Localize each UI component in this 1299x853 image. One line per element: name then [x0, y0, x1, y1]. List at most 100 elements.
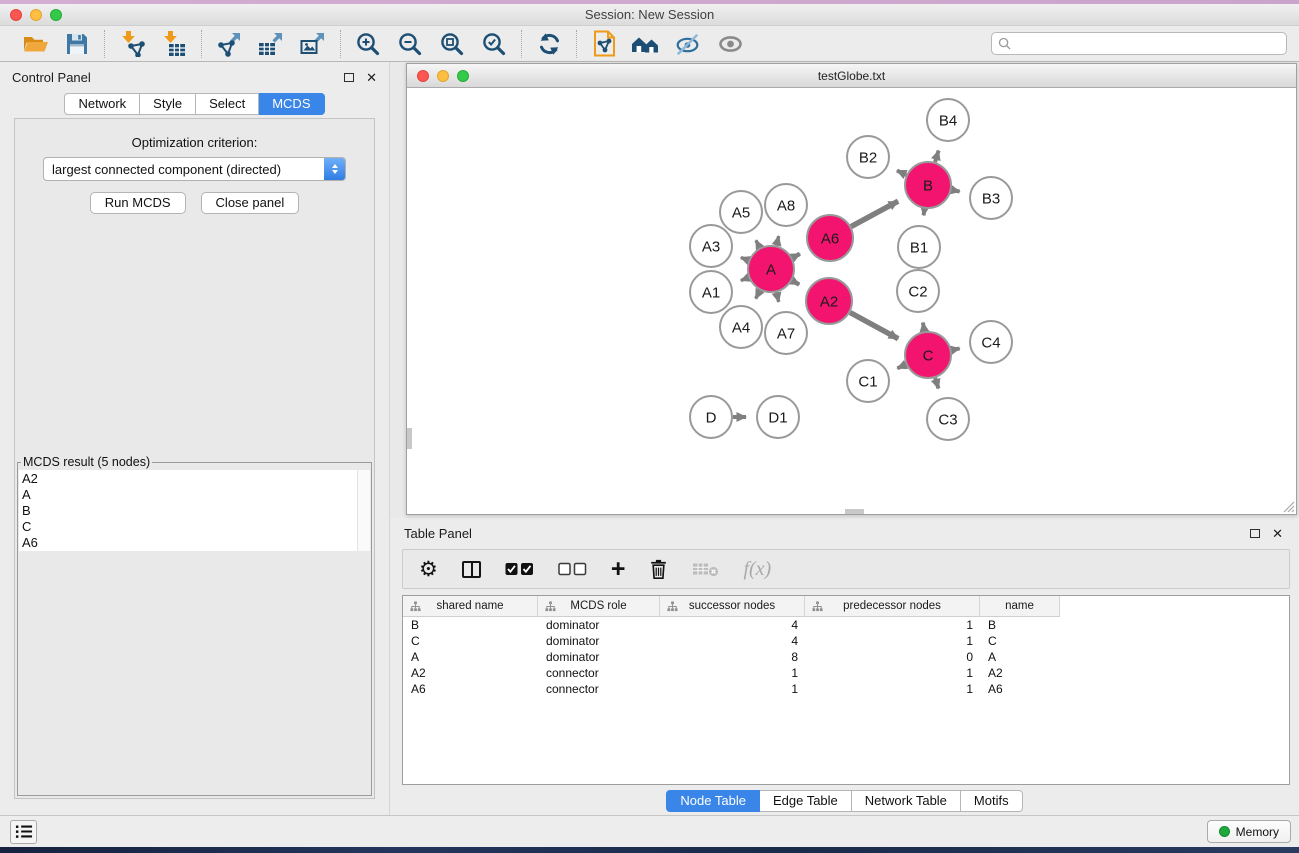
graph-node-A2[interactable]: A2	[806, 278, 852, 324]
graph-node-A6[interactable]: A6	[807, 215, 853, 261]
column-header-MCDS-role[interactable]: MCDS role	[538, 596, 660, 617]
table-row[interactable]: Adominator80A	[403, 649, 1289, 665]
canvas-vertical-scroll-indicator[interactable]	[407, 428, 412, 449]
graph-edge-A-A6[interactable]	[792, 254, 800, 258]
new-network-from-selection-button[interactable]	[587, 29, 621, 59]
graph-edge-A-A4[interactable]	[756, 290, 760, 298]
graph-node-A7[interactable]: A7	[765, 312, 807, 354]
tab-select[interactable]: Select	[196, 93, 259, 115]
split-table-button[interactable]	[462, 554, 481, 584]
show-all-button[interactable]	[713, 29, 747, 59]
import-table-button[interactable]	[157, 29, 191, 59]
mcds-result-item[interactable]: A6	[22, 535, 370, 551]
graph-edge-A-A1[interactable]	[741, 278, 749, 281]
import-network-button[interactable]	[115, 29, 149, 59]
graph-edge-B-B1[interactable]	[924, 209, 925, 216]
column-header-predecessor-nodes[interactable]: predecessor nodes	[805, 596, 980, 617]
tab-node-table[interactable]: Node Table	[666, 790, 760, 812]
graph-edge-C-C2[interactable]	[923, 323, 924, 332]
table-row[interactable]: A6connector11A6	[403, 681, 1289, 697]
column-header-successor-nodes[interactable]: successor nodes	[660, 596, 805, 617]
close-panel-icon[interactable]: ✕	[366, 71, 377, 84]
export-image-button[interactable]	[296, 29, 330, 59]
graph-edge-B-B3[interactable]	[952, 190, 960, 192]
graph-edge-B-B2[interactable]	[897, 171, 906, 175]
home-views-button[interactable]	[629, 29, 663, 59]
hide-selected-button[interactable]	[671, 29, 705, 59]
tab-style[interactable]: Style	[140, 93, 196, 115]
graph-edge-A-A2[interactable]	[792, 281, 799, 285]
graph-node-D[interactable]: D	[690, 396, 732, 438]
graph-edge-A-A8[interactable]	[776, 236, 778, 245]
float-panel-icon[interactable]	[344, 73, 354, 82]
save-session-button[interactable]	[60, 29, 94, 59]
tab-network[interactable]: Network	[64, 93, 140, 115]
graph-node-B3[interactable]: B3	[970, 177, 1012, 219]
table-row[interactable]: Cdominator41C	[403, 633, 1289, 649]
memory-button[interactable]: Memory	[1207, 820, 1291, 843]
search-box[interactable]	[991, 32, 1287, 55]
zoom-in-button[interactable]	[351, 29, 385, 59]
table-row[interactable]: A2connector11A2	[403, 665, 1289, 681]
canvas-horizontal-scroll-indicator[interactable]	[845, 509, 864, 514]
graph-node-A5[interactable]: A5	[720, 191, 762, 233]
graph-node-B4[interactable]: B4	[927, 99, 969, 141]
column-header-name[interactable]: name	[980, 596, 1060, 617]
graph-node-C2[interactable]: C2	[897, 270, 939, 312]
graph-edge-C-C3[interactable]	[935, 378, 938, 389]
graph-edge-B-B4[interactable]	[935, 151, 939, 162]
run-mcds-button[interactable]: Run MCDS	[90, 192, 186, 214]
graph-edge-A-A3[interactable]	[741, 257, 749, 260]
graph-node-A1[interactable]: A1	[690, 271, 732, 313]
settings-gear-button[interactable]: ⚙	[419, 554, 438, 584]
add-column-button[interactable]: +	[611, 554, 626, 584]
mcds-result-item[interactable]: B	[22, 503, 370, 519]
graph-node-A[interactable]: A	[748, 246, 794, 292]
mcds-result-item[interactable]: A	[22, 487, 370, 503]
graph-node-A8[interactable]: A8	[765, 184, 807, 226]
graph-node-B[interactable]: B	[905, 162, 951, 208]
open-session-button[interactable]	[18, 29, 52, 59]
graph-node-A4[interactable]: A4	[720, 306, 762, 348]
mcds-result-list[interactable]: A2ABCA6	[19, 470, 370, 551]
zoom-out-button[interactable]	[393, 29, 427, 59]
graph-node-D1[interactable]: D1	[757, 396, 799, 438]
graph-node-C[interactable]: C	[905, 332, 951, 378]
graph-node-B1[interactable]: B1	[898, 226, 940, 268]
export-network-button[interactable]	[212, 29, 246, 59]
close-table-panel-icon[interactable]: ✕	[1272, 527, 1283, 540]
tab-motifs[interactable]: Motifs	[961, 790, 1023, 812]
tab-mcds[interactable]: MCDS	[259, 93, 324, 115]
table-row[interactable]: Bdominator41B	[403, 617, 1289, 633]
mcds-result-item[interactable]: A2	[22, 471, 370, 487]
graph-edge-A-A7[interactable]	[776, 292, 778, 301]
search-input[interactable]	[1015, 37, 1280, 51]
tab-edge-table[interactable]: Edge Table	[760, 790, 852, 812]
zoom-fit-button[interactable]	[435, 29, 469, 59]
close-panel-button[interactable]: Close panel	[201, 192, 300, 214]
network-window-titlebar[interactable]: testGlobe.txt	[407, 64, 1296, 88]
graph-edge-C-C1[interactable]	[897, 365, 906, 369]
float-table-panel-icon[interactable]	[1250, 529, 1260, 538]
graph-node-B2[interactable]: B2	[847, 136, 889, 178]
graph-edge-A-A5[interactable]	[756, 240, 760, 247]
graph-node-C1[interactable]: C1	[847, 360, 889, 402]
window-resize-grip-icon[interactable]	[1282, 500, 1295, 513]
select-all-columns-button[interactable]	[505, 554, 534, 584]
graph-edge-A6-B[interactable]	[851, 201, 898, 226]
network-canvas[interactable]: B4 B2 B B3 A5A8A6 A3 B1 A A1 C2 A2 A4A7 C4 C C1 D D1 C3	[407, 88, 1296, 514]
optimization-criterion-select[interactable]: largest connected component (directed)	[43, 157, 346, 181]
delete-column-button[interactable]	[649, 554, 668, 584]
deselect-all-columns-button[interactable]	[558, 554, 587, 584]
tab-network-table[interactable]: Network Table	[852, 790, 961, 812]
zoom-selected-button[interactable]	[477, 29, 511, 59]
result-list-scrollbar[interactable]	[357, 470, 370, 551]
graph-node-C4[interactable]: C4	[970, 321, 1012, 363]
delete-table-button[interactable]	[692, 554, 719, 584]
show-panels-button[interactable]	[10, 820, 37, 844]
graph-node-C3[interactable]: C3	[927, 398, 969, 440]
column-header-shared-name[interactable]: shared name	[403, 596, 538, 617]
graph-edge-A2-C[interactable]	[850, 312, 898, 338]
graph-node-A3[interactable]: A3	[690, 225, 732, 267]
refresh-layout-button[interactable]	[532, 29, 566, 59]
